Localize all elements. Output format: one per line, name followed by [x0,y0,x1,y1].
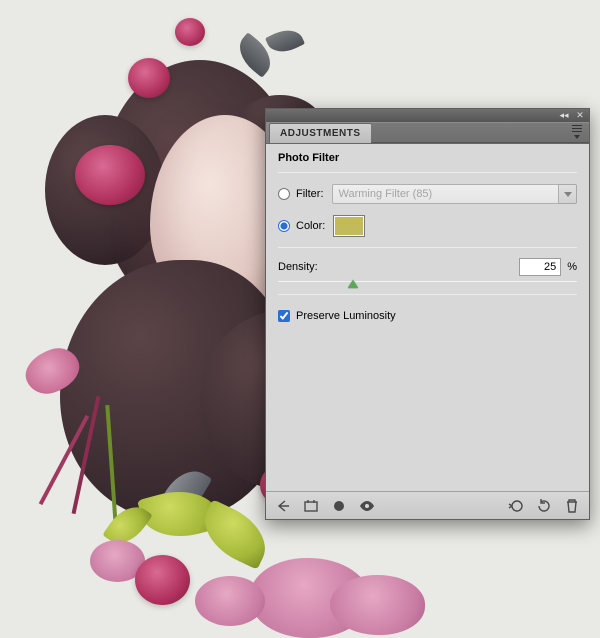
density-row: Density: % [278,258,577,292]
filter-radio-label[interactable]: Filter: [278,188,324,200]
panel-menu-icon[interactable] [569,125,585,139]
preserve-luminosity-row: Preserve Luminosity [278,305,577,327]
collapse-icon[interactable]: ◂◂ [559,112,569,120]
previous-state-icon[interactable] [507,497,525,515]
filter-select-value: Warming Filter (85) [332,184,560,204]
slider-thumb[interactable] [348,280,358,288]
close-icon[interactable]: ✕ [575,112,585,120]
tab-adjustments[interactable]: ADJUSTMENTS [269,123,372,143]
divider [278,172,577,173]
color-radio[interactable] [278,220,290,232]
filter-row: Filter: Warming Filter (85) [278,183,577,205]
expand-view-icon[interactable] [302,497,320,515]
slider-track-line [278,281,577,282]
divider [278,247,577,248]
filter-select[interactable]: Warming Filter (85) [332,184,578,204]
color-swatch[interactable] [333,215,365,237]
tab-label: ADJUSTMENTS [280,128,361,139]
filter-select-dropdown-button[interactable] [559,184,577,204]
panel-body: Photo Filter Filter: Warming Filter (85)… [266,144,589,491]
preserve-luminosity-checkbox[interactable] [278,310,290,322]
trash-icon[interactable] [563,497,581,515]
panel-titlebar[interactable]: ◂◂ ✕ [266,109,589,122]
density-input[interactable] [519,258,561,276]
preserve-luminosity-text: Preserve Luminosity [296,310,396,322]
color-row: Color: [278,215,577,237]
adjustment-title: Photo Filter [278,152,577,164]
color-radio-label[interactable]: Color: [278,220,325,232]
back-arrow-icon[interactable] [274,497,292,515]
density-label: Density: [278,261,318,273]
panel-footer [266,491,589,519]
filter-label-text: Filter: [296,188,324,200]
chevron-down-icon [564,192,572,197]
color-label-text: Color: [296,220,325,232]
clip-to-layer-icon[interactable] [330,497,348,515]
visibility-eye-icon[interactable] [358,497,376,515]
panel-tab-strip: ADJUSTMENTS [266,122,589,144]
panel-body-spacer [278,337,577,487]
tab-strip-spacer [371,123,589,143]
density-slider[interactable] [278,278,577,292]
preserve-luminosity-label[interactable]: Preserve Luminosity [278,310,396,322]
filter-radio[interactable] [278,188,290,200]
adjustments-panel: ◂◂ ✕ ADJUSTMENTS Photo Filter Filter: Wa… [265,108,590,520]
divider [278,294,577,295]
reset-icon[interactable] [535,497,553,515]
density-percent-symbol: % [567,261,577,273]
